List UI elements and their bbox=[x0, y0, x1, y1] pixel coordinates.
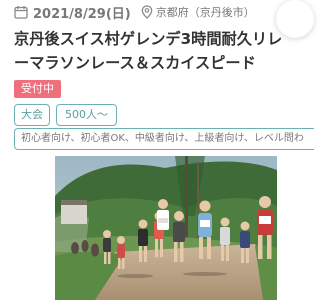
event-tags: 大会 500人～ bbox=[14, 104, 117, 126]
event-meta-row: 2021/8/29(日) 京都府（京丹後市） bbox=[14, 2, 255, 22]
status-badge: 受付中 bbox=[14, 80, 61, 98]
tag-category: 大会 bbox=[14, 104, 50, 126]
map-pin-icon bbox=[141, 5, 153, 19]
calendar-icon bbox=[14, 6, 28, 19]
event-levels: 初心者向け、初心者OK、中級者向け、上級者向け、レベル問わ bbox=[14, 128, 314, 150]
event-location: 京都府（京丹後市） bbox=[155, 6, 255, 19]
event-date: 2021/8/29(日) bbox=[33, 6, 131, 22]
tag-capacity: 500人～ bbox=[56, 104, 117, 126]
event-title[interactable]: 京丹後スイス村ゲレンデ3時間耐久リレーマラソンレース＆スカイスピード bbox=[14, 27, 296, 75]
event-photo[interactable] bbox=[55, 156, 277, 300]
